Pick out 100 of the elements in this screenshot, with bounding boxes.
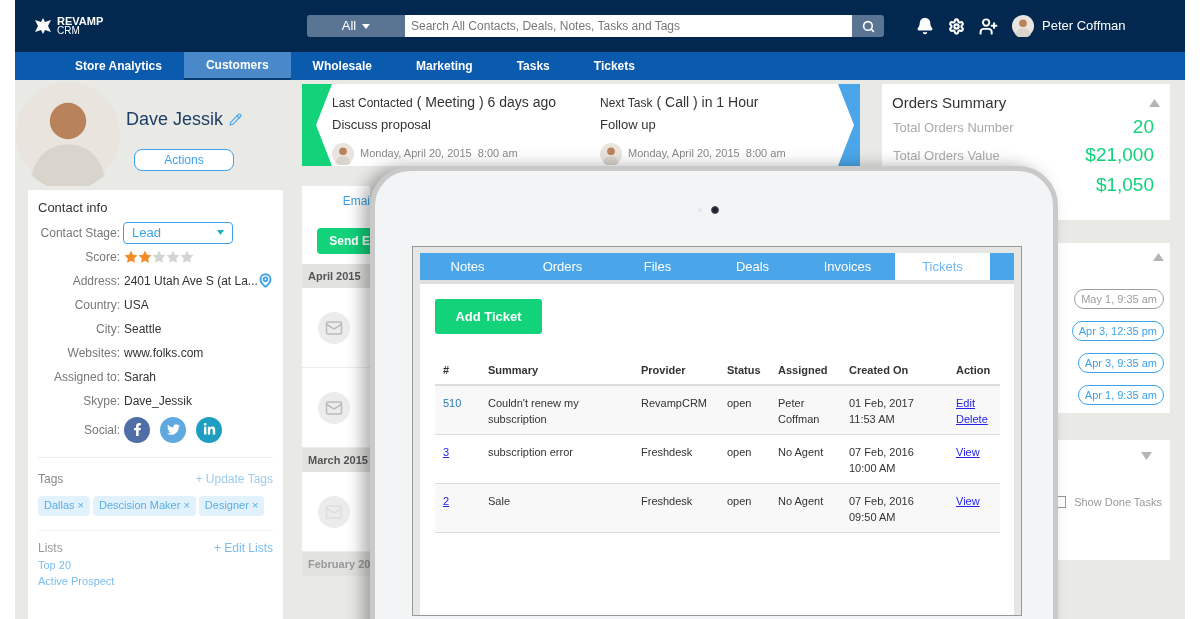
table-cell: Freshdesk — [633, 484, 719, 533]
search-button[interactable] — [852, 15, 884, 37]
field-label: Skype: — [82, 392, 120, 410]
star-icon — [166, 249, 180, 264]
tag-chip[interactable]: Dallas × — [38, 495, 91, 516]
list-item[interactable]: Top 20 — [38, 556, 273, 573]
user-avatar — [1012, 15, 1034, 37]
tab[interactable]: Orders — [515, 253, 610, 280]
star-icon — [152, 249, 166, 264]
edit-icon[interactable] — [229, 113, 243, 126]
search-scope-dropdown[interactable]: All — [307, 15, 405, 37]
action-link[interactable]: Edit — [956, 395, 975, 411]
field-value: www.folks.com — [124, 344, 204, 362]
banner-date: Monday, April 20, 2015 8:00 am — [360, 146, 518, 162]
actions-button[interactable]: Actions — [134, 149, 234, 171]
field-label: City: — [95, 320, 120, 338]
section-title: Tags — [38, 470, 64, 488]
star-icon — [138, 249, 152, 264]
update-tags-link[interactable]: + Update Tags — [195, 469, 273, 488]
action-link[interactable]: View — [956, 444, 980, 460]
card-title: Orders Summary — [892, 93, 1007, 113]
ticket-id-link[interactable]: 510 — [443, 397, 462, 409]
nav-tab[interactable]: Marketing — [393, 52, 495, 80]
section-title: Lists — [38, 539, 63, 557]
logo-subtext: CRM — [57, 26, 80, 36]
logo-icon — [33, 16, 53, 36]
table-cell: Sale — [480, 484, 633, 533]
nav-tab[interactable]: Wholesale — [290, 52, 394, 80]
caret-icon — [217, 230, 224, 235]
location-pin-icon[interactable] — [257, 273, 273, 288]
table-cell: No Agent — [770, 484, 841, 533]
star-icon — [124, 249, 138, 264]
field-value: USA — [124, 296, 149, 314]
chevron-icon — [302, 84, 332, 166]
email-icon — [318, 391, 350, 424]
field-label: Contact Stage: — [39, 224, 120, 242]
nav-tab[interactable]: Tasks — [494, 52, 572, 80]
tab[interactable]: Deals — [705, 253, 800, 280]
summary-value: $1,050 — [1095, 173, 1154, 198]
field-label: Assigned to: — [52, 368, 120, 386]
nav-tab[interactable]: Tickets — [571, 52, 657, 80]
search-field[interactable]: Search All Contacts, Deals, Notes, Tasks and Tags — [405, 15, 852, 37]
list-item[interactable]: Active Prospect — [38, 572, 273, 589]
add-ticket-button[interactable]: Add Ticket — [435, 299, 542, 334]
field-label: Websites: — [66, 344, 120, 362]
summary-value: 20 — [1132, 115, 1154, 140]
banner-subject: Discuss proposal — [332, 116, 432, 134]
summary-value: $21,000 — [1085, 143, 1154, 168]
action-link[interactable]: Delete — [956, 411, 988, 427]
email-icon — [318, 495, 350, 528]
send-email-button[interactable]: Send E — [317, 228, 370, 254]
tag-chip[interactable]: Descision Maker × — [93, 495, 196, 516]
stage-dropdown[interactable]: Lead — [123, 221, 233, 244]
show-done-label[interactable]: Show Done Tasks — [1074, 494, 1162, 511]
tab[interactable]: Tickets — [895, 253, 990, 280]
avatar — [600, 142, 622, 165]
tab[interactable]: Notes — [420, 253, 515, 280]
field-value: Seattle — [124, 320, 162, 338]
nav-tab[interactable]: Customers — [183, 52, 291, 80]
ticket-id-link[interactable]: 3 — [443, 446, 450, 458]
caret-icon — [362, 23, 371, 29]
user-name[interactable]: Peter Coffman — [1042, 16, 1126, 36]
avatar — [332, 142, 354, 165]
table-cell: open — [719, 386, 770, 435]
tab[interactable]: Invoices — [800, 253, 895, 280]
contact-name: Dave Jessik — [126, 108, 224, 131]
field-label: Score: — [84, 248, 120, 266]
field-label: Social: — [82, 421, 120, 439]
field-value: Sarah — [124, 368, 157, 386]
table-cell: Couldn't renew my subscription — [480, 386, 633, 435]
table-cell: Peter Coffman — [770, 386, 841, 435]
nav-tab[interactable]: Store Analytics — [53, 52, 184, 80]
email-tab[interactable]: Emai — [342, 192, 370, 210]
collapse-icon[interactable] — [1149, 99, 1160, 108]
bell-icon[interactable] — [916, 17, 934, 35]
table-cell: open — [719, 484, 770, 533]
banner-detail: ( Call ) in 1 Hour — [656, 93, 759, 112]
field-label: Address: — [71, 272, 120, 290]
settings-icon[interactable] — [948, 17, 965, 35]
add-user-icon[interactable] — [979, 16, 998, 36]
logo-text: REVAMP — [57, 16, 104, 26]
tag-chip[interactable]: Designer × — [198, 495, 265, 516]
banner-label: Next Task — [600, 95, 653, 112]
twitter-icon[interactable] — [160, 416, 186, 443]
facebook-icon[interactable] — [124, 416, 150, 443]
action-link[interactable]: View — [956, 493, 980, 509]
collapse-icon[interactable] — [1153, 253, 1164, 261]
field-label: Country: — [73, 296, 120, 314]
linkedin-icon[interactable] — [196, 416, 222, 443]
banner-date: Monday, April 20, 2015 8:00 am — [628, 146, 786, 162]
banner-subject: Follow up — [600, 116, 657, 134]
summary-label: Total Orders Value — [892, 146, 1000, 165]
camera-icon — [710, 206, 719, 214]
expand-icon[interactable] — [1141, 452, 1152, 460]
star-rating[interactable] — [124, 249, 194, 264]
month-header: March 2015 — [302, 448, 370, 472]
email-icon — [318, 311, 350, 344]
tab[interactable]: Files — [610, 253, 705, 280]
edit-lists-link[interactable]: + Edit Lists — [213, 538, 273, 557]
ticket-id-link[interactable]: 2 — [443, 495, 450, 507]
